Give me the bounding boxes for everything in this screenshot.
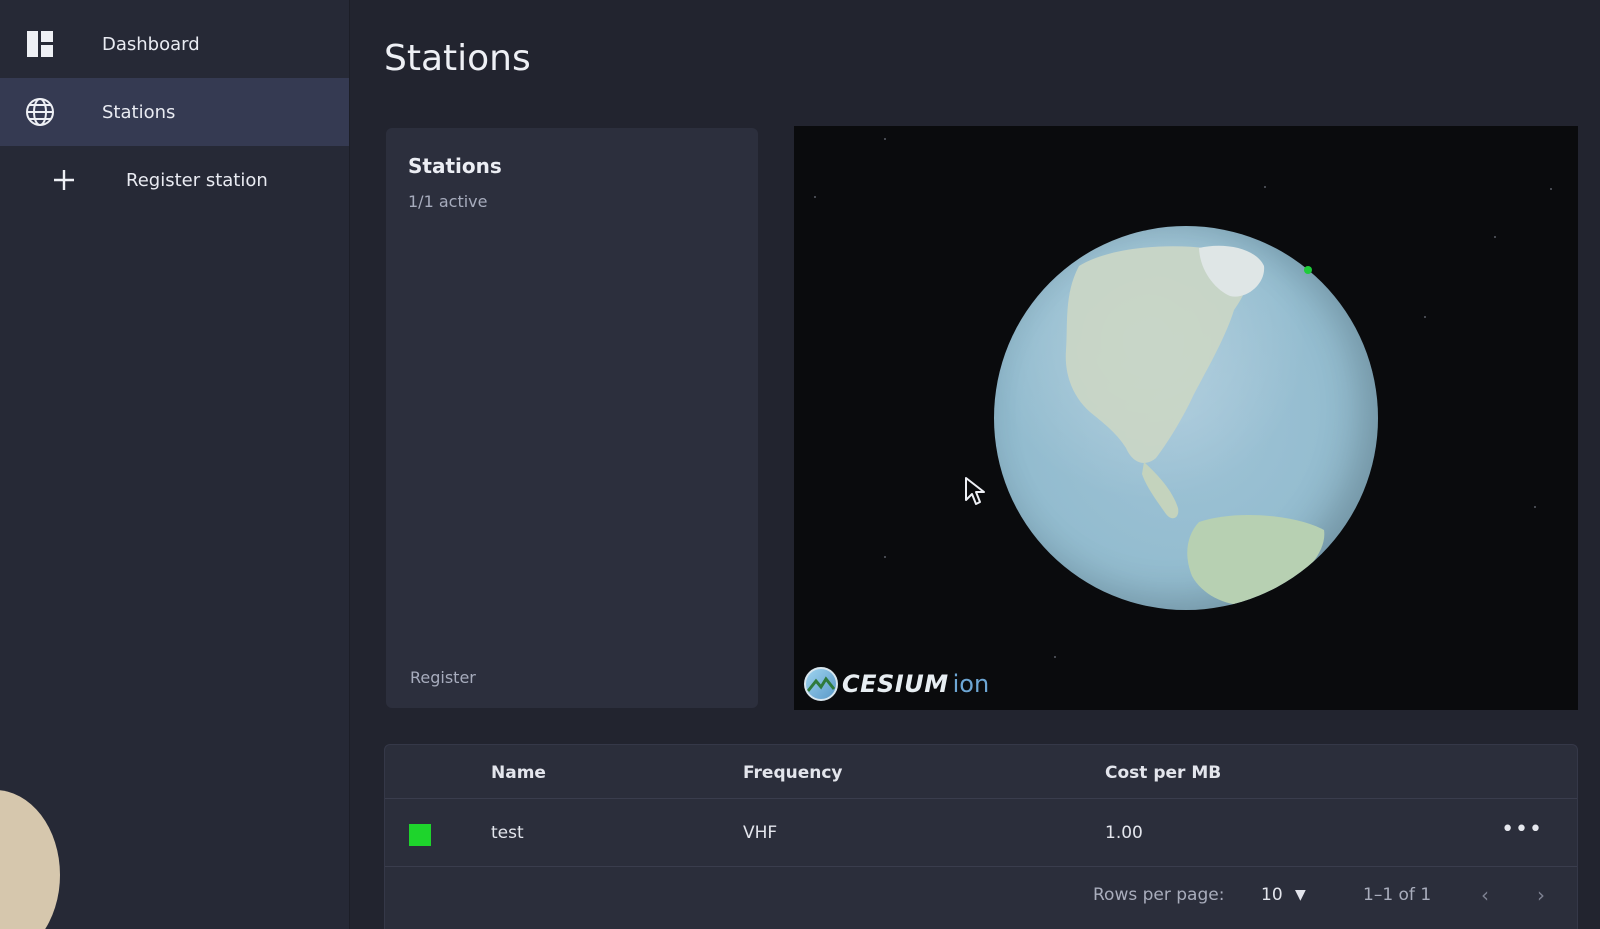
mouse-cursor-icon <box>965 477 985 505</box>
cesium-logo-text: CESIUM <box>842 670 949 698</box>
globe-viewer[interactable]: CESIUM ion <box>794 126 1578 710</box>
sidebar-item-stations[interactable]: Stations <box>0 78 349 146</box>
page-title: Stations <box>384 38 531 79</box>
station-name: test <box>491 823 524 843</box>
row-actions-button[interactable]: ••• <box>1501 817 1543 842</box>
plus-icon <box>48 164 80 196</box>
sidebar-item-label: Stations <box>102 101 176 123</box>
star <box>1054 656 1056 658</box>
page-range: 1–1 of 1 <box>1363 885 1432 905</box>
dashboard-icon <box>24 28 56 60</box>
station-cost: 1.00 <box>1105 823 1143 843</box>
star <box>1424 316 1426 318</box>
globe-icon <box>24 96 56 128</box>
register-link[interactable]: Register <box>410 668 476 687</box>
star <box>884 556 886 558</box>
pagination: Rows per page: 10 ▼ 1–1 of 1 ‹ › <box>385 883 1577 925</box>
table-header: Name Frequency Cost per MB <box>385 745 1577 799</box>
rows-per-page-label: Rows per page: <box>1093 885 1225 905</box>
station-summary-card: Stations 1/1 active Register <box>386 128 758 708</box>
star <box>1534 506 1536 508</box>
table-row[interactable]: test VHF 1.00 ••• <box>385 799 1577 867</box>
previous-page-button[interactable]: ‹ <box>1481 883 1489 907</box>
column-header-frequency[interactable]: Frequency <box>743 763 843 783</box>
star <box>814 196 816 198</box>
station-frequency: VHF <box>743 823 778 843</box>
star <box>1550 188 1552 190</box>
column-header-cost[interactable]: Cost per MB <box>1105 763 1221 783</box>
earth-globe[interactable] <box>994 226 1378 610</box>
station-marker[interactable] <box>1304 266 1312 274</box>
sidebar: Dashboard Stations Register station <box>0 0 350 929</box>
sidebar-item-register-station[interactable]: Register station <box>0 146 349 214</box>
cesium-logo-icon <box>804 667 838 701</box>
cesium-logo-suffix: ion <box>952 670 990 698</box>
app-root: Dashboard Stations Register station Stat… <box>0 0 1600 929</box>
status-indicator <box>409 824 431 846</box>
continents <box>1065 245 1325 606</box>
star <box>1264 186 1266 188</box>
sidebar-item-dashboard[interactable]: Dashboard <box>0 10 349 78</box>
sidebar-item-label: Dashboard <box>102 33 200 55</box>
stations-table: Name Frequency Cost per MB test VHF 1.00… <box>384 744 1578 929</box>
avatar[interactable] <box>0 790 60 929</box>
next-page-button[interactable]: › <box>1537 883 1545 907</box>
star <box>1494 236 1496 238</box>
sidebar-item-label: Register station <box>126 169 268 191</box>
column-header-name[interactable]: Name <box>491 763 546 783</box>
card-title: Stations <box>408 154 502 178</box>
star <box>884 138 886 140</box>
rows-per-page-select[interactable]: 10 <box>1261 885 1283 905</box>
cesium-ion-logo[interactable]: CESIUM ion <box>804 666 989 702</box>
caret-down-icon[interactable]: ▼ <box>1295 887 1306 903</box>
active-count: 1/1 active <box>408 192 488 211</box>
